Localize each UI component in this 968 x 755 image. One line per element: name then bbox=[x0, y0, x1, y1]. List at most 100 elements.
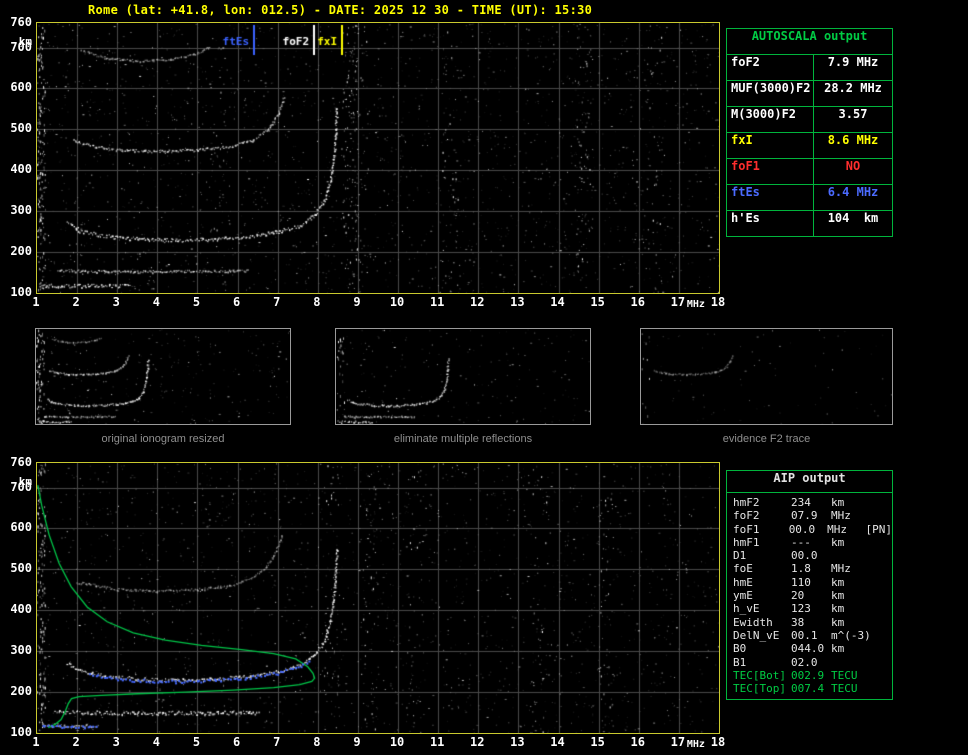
autoscala-table-title: AUTOSCALA output bbox=[751, 29, 868, 43]
x-axis-tick: 6 bbox=[232, 735, 241, 749]
thumbnail-multiple-reflections bbox=[335, 328, 591, 425]
aip-param-note bbox=[871, 669, 892, 682]
thumbnail-original-canvas bbox=[36, 329, 290, 424]
aip-param-note bbox=[871, 656, 892, 669]
aip-param-label: hmF2 bbox=[733, 496, 760, 509]
thumbnail-caption-reflections: eliminate multiple reflections bbox=[393, 433, 533, 445]
x-axis-tick: 11 bbox=[429, 295, 445, 309]
aip-table-row: h_vE 123 km bbox=[727, 602, 892, 615]
ionogram-plot-bottom bbox=[36, 462, 720, 734]
autoscala-param-label: M(3000)F2 bbox=[727, 107, 814, 132]
aip-param-unit bbox=[831, 656, 871, 669]
ionogram-canvas-top bbox=[37, 23, 719, 293]
aip-param-unit: km bbox=[831, 496, 845, 509]
aip-param-label: TEC[Top] bbox=[733, 682, 786, 696]
x-axis-tick: 4 bbox=[152, 295, 160, 309]
aip-param-unit: km bbox=[831, 575, 845, 589]
aip-param-label: foF2 bbox=[733, 509, 760, 523]
aip-param-note bbox=[871, 589, 892, 602]
x-axis-tick: 8 bbox=[313, 735, 321, 749]
aip-param-label: B0 bbox=[733, 642, 747, 656]
x-axis-tick: 8 bbox=[313, 295, 321, 309]
y-axis-tick: 600 bbox=[10, 80, 32, 95]
autoscala-table-row: foF2 7.9 MHz bbox=[727, 54, 892, 80]
aip-param-unit: MHz bbox=[831, 509, 851, 523]
x-axis-tick: 18 bbox=[710, 295, 726, 309]
aip-param-value: 00.1 bbox=[791, 628, 818, 642]
x-axis-tick: 13 bbox=[510, 735, 525, 749]
thumbnail-caption-f2: evidence F2 trace bbox=[722, 433, 811, 445]
aip-param-value: 044.0 bbox=[791, 642, 825, 656]
aip-table-row: Ewidth 38 km bbox=[727, 616, 892, 629]
aip-param-label: Ewidth bbox=[733, 615, 773, 629]
x-axis-tick: 12 bbox=[470, 735, 485, 749]
aip-param-unit: MHz bbox=[831, 562, 851, 576]
x-axis-tick: 12 bbox=[470, 295, 485, 309]
x-axis-tick: 13 bbox=[510, 295, 525, 309]
y-axis-tick: 500 bbox=[10, 121, 32, 136]
aip-table-row: ymE 20 km bbox=[727, 589, 892, 602]
x-axis-tick: 4 bbox=[152, 735, 160, 749]
aip-param-label: hmE bbox=[733, 575, 753, 589]
autoscala-param-value: 104 km bbox=[827, 211, 879, 225]
aip-param-label: TEC[Bot] bbox=[733, 668, 786, 682]
aip-table-row: B0 044.0 km bbox=[727, 642, 892, 655]
aip-param-unit: km bbox=[831, 615, 845, 629]
autoscala-table-rows: foF2 7.9 MHz MUF(3000)F2 28.2 MHz M(3000)F2 3… bbox=[727, 54, 892, 236]
x-axis-tick: 14 bbox=[550, 735, 565, 749]
y-axis-tick: 600 bbox=[10, 520, 32, 535]
aip-table-row: hmF2 234 km bbox=[727, 496, 892, 509]
autoscala-param-value: 3.57 bbox=[838, 107, 868, 121]
aip-table-row: foF1 00.0 MHz [PN] bbox=[727, 523, 892, 536]
autoscala-param-label: h'Es bbox=[727, 211, 814, 236]
x-axis-tick: 14 bbox=[550, 295, 565, 309]
aip-param-value: 123 bbox=[791, 602, 811, 616]
autoscala-table-row: ftEs 6.4 MHz bbox=[727, 184, 892, 210]
aip-param-label: foE bbox=[733, 562, 753, 576]
y-axis-tick: 760 bbox=[10, 15, 32, 29]
x-axis-tick: 15 bbox=[590, 735, 605, 749]
aip-param-value: 02.0 bbox=[791, 655, 818, 669]
aip-param-label: ymE bbox=[733, 589, 753, 603]
autoscala-table-row: M(3000)F2 3.57 bbox=[727, 106, 892, 132]
aip-param-value: 38 bbox=[791, 615, 805, 629]
aip-param-value: 00.0 bbox=[788, 522, 816, 536]
x-axis-tick: 3 bbox=[112, 295, 120, 309]
aip-param-value: 234 bbox=[791, 496, 811, 509]
autoscala-param-label: fxI bbox=[727, 133, 814, 158]
autoscala-table-row: h'Es 104 km bbox=[727, 210, 892, 236]
aip-param-unit: km bbox=[831, 602, 845, 616]
autoscala-table-row: foF1 NO bbox=[727, 158, 892, 184]
aip-param-value: 007.4 bbox=[791, 682, 825, 696]
x-axis-tick: 18 bbox=[710, 735, 726, 749]
x-axis-unit-label: MHz bbox=[686, 739, 705, 750]
y-axis-tick: 300 bbox=[10, 203, 32, 218]
aip-table-row: TEC[Top] 007.4 TECU bbox=[727, 682, 892, 695]
aip-param-unit: km bbox=[831, 589, 845, 603]
x-axis-tick: 2 bbox=[72, 735, 80, 749]
y-axis-tick: 200 bbox=[10, 244, 32, 259]
aip-param-value: 110 bbox=[791, 575, 811, 589]
x-axis-tick: 5 bbox=[192, 295, 201, 309]
y-axis-tick: 760 bbox=[10, 455, 32, 469]
aip-table-row: foE 1.8 MHz bbox=[727, 562, 892, 575]
aip-param-label: DelN_vE bbox=[733, 628, 780, 642]
y-axis-tick: 400 bbox=[10, 162, 32, 177]
aip-param-unit: km bbox=[831, 535, 845, 549]
x-axis-tick: 1 bbox=[32, 295, 40, 309]
autoscala-output-table: AUTOSCALA output foF2 7.9 MHz MUF(3000)F2 2… bbox=[726, 28, 893, 237]
x-axis-tick: 7 bbox=[273, 295, 281, 309]
autoscala-param-value: 6.4 MHz bbox=[827, 185, 879, 199]
aip-table-row: DelN_vE 00.1 m^(-3) bbox=[727, 629, 892, 642]
aip-output-table: AIP output hmF2 234 km foF2 07.9 MHz foF1 00.0 M… bbox=[726, 470, 893, 701]
x-axis-tick: 9 bbox=[353, 295, 361, 309]
thumbnail-reflections-canvas bbox=[336, 329, 590, 424]
aip-param-value: 07.9 bbox=[791, 509, 818, 523]
aip-param-unit: km bbox=[831, 642, 845, 656]
thumbnail-f2-canvas bbox=[641, 329, 892, 424]
aip-param-note bbox=[871, 576, 892, 589]
aip-table-row: hmF1 --- km bbox=[727, 536, 892, 549]
y-axis-tick: 500 bbox=[10, 561, 32, 576]
aip-param-label: B1 bbox=[733, 655, 747, 669]
aip-param-note bbox=[871, 549, 892, 562]
